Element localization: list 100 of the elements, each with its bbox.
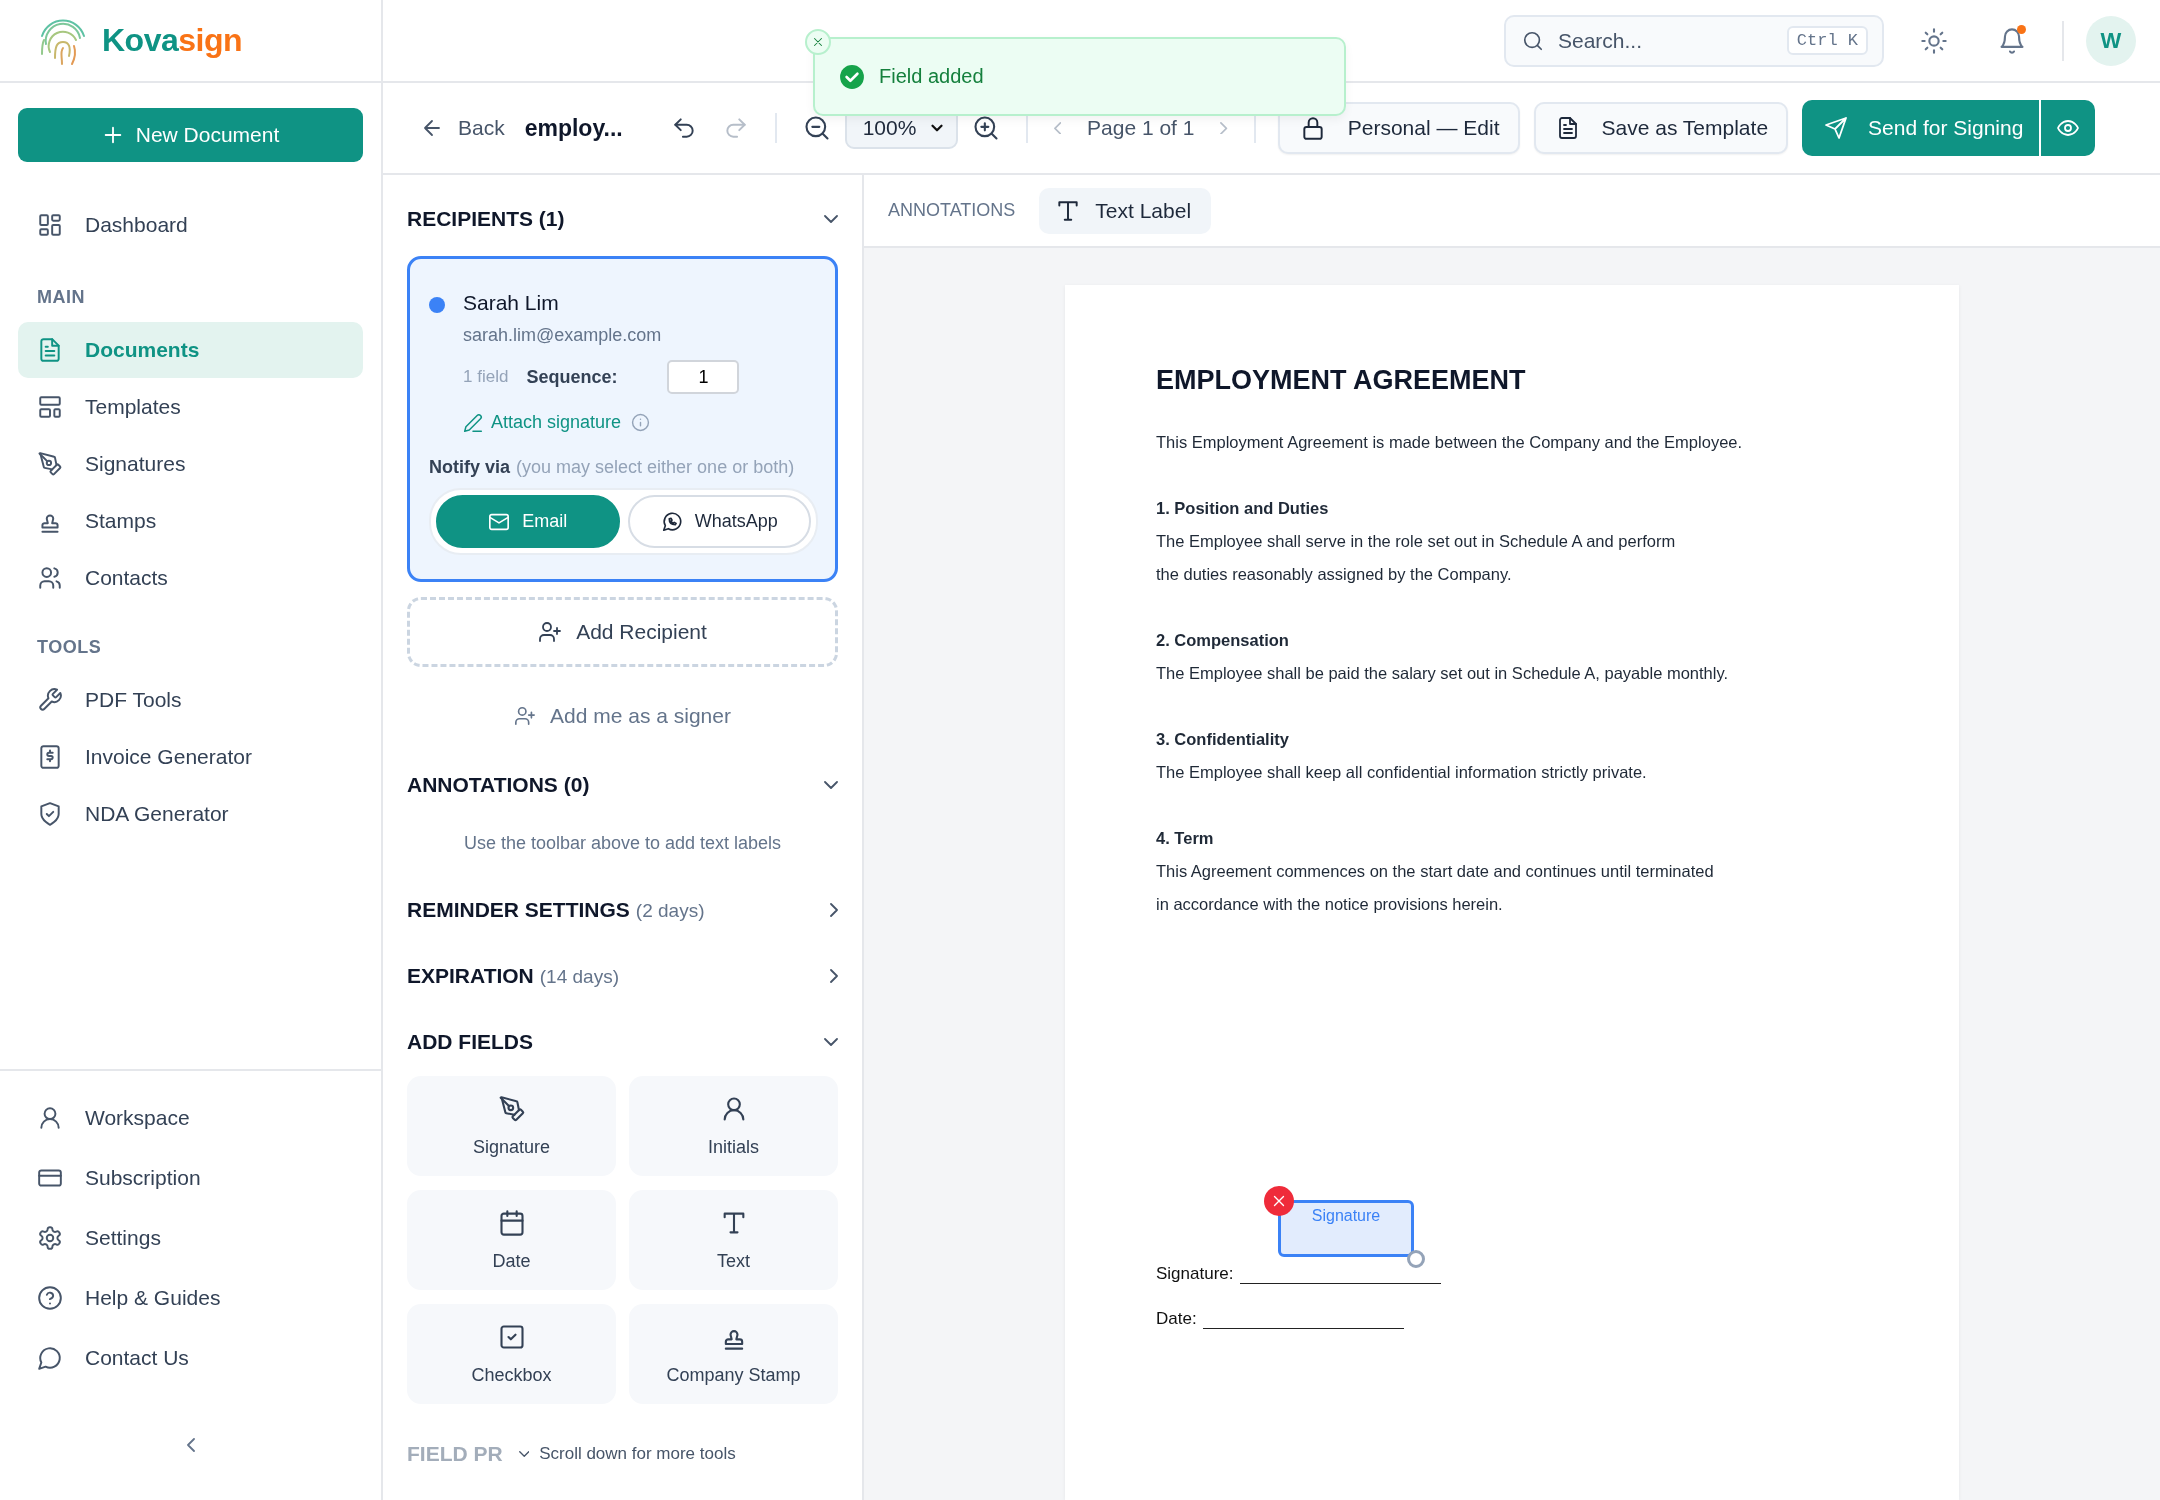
add-me-button[interactable]: Add me as a signer bbox=[508, 703, 737, 729]
mode-button[interactable]: Personal — Edit bbox=[1277, 102, 1520, 154]
nav-item[interactable]: Subscription bbox=[18, 1150, 363, 1206]
nav-item[interactable]: NDA Generator bbox=[18, 786, 363, 842]
resize-handle[interactable] bbox=[1407, 1250, 1425, 1268]
nav-item[interactable]: Templates bbox=[18, 379, 363, 435]
send-button[interactable]: Send for Signing bbox=[1802, 100, 2040, 156]
field-type-tile[interactable]: Text bbox=[629, 1190, 838, 1290]
chevron-left-icon bbox=[1053, 121, 1061, 135]
nav-item[interactable]: Workspace bbox=[18, 1090, 363, 1146]
setting-value: (14 days) bbox=[539, 966, 619, 987]
document-icon bbox=[37, 337, 63, 363]
brand-name: Kovasign bbox=[102, 22, 243, 59]
recipient-name: Sarah Lim bbox=[463, 291, 560, 315]
scroll-hint: Scroll down for more tools bbox=[518, 1444, 736, 1464]
section-heading: ADD FIELDS bbox=[407, 1030, 533, 1054]
field-type-tile[interactable]: Date bbox=[407, 1190, 616, 1290]
recipient-email: sarah.lim@example.com bbox=[463, 325, 663, 346]
search-input[interactable]: Search... bbox=[1556, 27, 1775, 54]
chevron-right-icon bbox=[830, 903, 838, 917]
field-type-tile[interactable]: Checkbox bbox=[407, 1304, 616, 1404]
recipient-card[interactable]: Sarah Lim sarah.lim@example.com 1 field Sequence: 1 Attach signature Notify via (you may select either one or both) Email WhatsApp bbox=[407, 256, 838, 582]
person-icon bbox=[37, 1105, 63, 1131]
section-heading: TOOLS bbox=[36, 637, 103, 658]
success-check-icon bbox=[839, 63, 865, 90]
chevron-left-icon bbox=[186, 1438, 195, 1452]
section-heading: EXPIRATION bbox=[407, 964, 534, 987]
sequence-field[interactable]: 1 bbox=[667, 360, 740, 394]
zoom-in-icon bbox=[971, 114, 1000, 142]
add-recipient-button[interactable]: Add Recipient bbox=[407, 597, 838, 667]
attach-signature-link[interactable]: Attach signature bbox=[463, 412, 622, 433]
paragraph: This Employment Agreement is made between the Company and the Employee. bbox=[1156, 432, 1744, 453]
channel-option[interactable]: WhatsApp bbox=[627, 495, 811, 548]
setting-value: (2 days) bbox=[635, 900, 705, 921]
close-icon bbox=[811, 35, 825, 49]
bell-icon bbox=[1998, 26, 2026, 55]
paragraph: The Employee shall be paid the salary set out in Schedule A, payable monthly. bbox=[1156, 663, 1730, 684]
empty-message: Use the toolbar above to add text labels bbox=[462, 833, 783, 854]
paragraph: The Employee shall serve in the role set out in Schedule A and perform the duties reasonably assigned by the Company. bbox=[1156, 531, 1677, 585]
nav-item[interactable]: Settings bbox=[18, 1210, 363, 1266]
zoom-out-icon bbox=[802, 114, 831, 142]
field-type-tile[interactable]: Initials bbox=[629, 1076, 838, 1176]
signature-line-label: Signature: bbox=[1156, 1264, 1234, 1284]
text-label-tool[interactable]: Text Label bbox=[1039, 187, 1212, 234]
save-template-button[interactable]: Save as Template bbox=[1533, 102, 1789, 154]
pen-nib-icon bbox=[497, 1094, 526, 1123]
new-document-button[interactable]: New Document bbox=[18, 108, 363, 162]
help-icon bbox=[37, 1285, 63, 1311]
chat-bubble-icon bbox=[37, 1345, 63, 1371]
nav-item[interactable]: Invoice Generator bbox=[18, 729, 363, 785]
send-icon bbox=[1824, 116, 1849, 140]
field-type-tile[interactable]: Company Stamp bbox=[629, 1304, 838, 1404]
dashboard-grid-icon bbox=[37, 212, 63, 238]
wrench-icon bbox=[37, 687, 63, 713]
toast-message: Field added bbox=[879, 65, 984, 88]
section-heading: MAIN bbox=[36, 287, 86, 308]
paragraph: The Employee shall keep all confidential information strictly private. bbox=[1156, 762, 1648, 783]
preview-button[interactable] bbox=[2041, 100, 2096, 156]
chevron-down-icon bbox=[824, 1038, 838, 1046]
chevron-right-icon bbox=[1220, 121, 1228, 135]
section-heading: REMINDER SETTINGS bbox=[407, 898, 630, 921]
toolbar-label: ANNOTATIONS bbox=[888, 200, 1016, 221]
clause-heading: 2. Compensation bbox=[1156, 630, 1290, 651]
clause-heading: 3. Confidentiality bbox=[1156, 729, 1290, 750]
chevron-down-icon bbox=[824, 215, 838, 223]
sequence-label: Sequence: bbox=[526, 366, 618, 388]
section-heading: ANNOTATIONS (0) bbox=[407, 773, 590, 797]
signature-line-label: Date: bbox=[1156, 1309, 1197, 1329]
section-heading: RECIPIENTS (1) bbox=[407, 207, 565, 231]
close-toast-button[interactable] bbox=[805, 29, 831, 55]
pen-nib-icon bbox=[37, 451, 63, 477]
notify-hint: (you may select either one or both) bbox=[516, 457, 795, 478]
field-type-tile[interactable]: Signature bbox=[407, 1076, 616, 1176]
clause-heading: 4. Term bbox=[1156, 828, 1215, 849]
notify-label: Notify via bbox=[429, 457, 511, 478]
nav-item[interactable]: Contact Us bbox=[18, 1330, 363, 1386]
page-indicator: Page 1 of 1 bbox=[1087, 116, 1195, 140]
calendar-icon bbox=[497, 1208, 526, 1237]
document-title: employ... bbox=[524, 114, 623, 142]
chevron-down-icon bbox=[824, 781, 838, 789]
sun-icon bbox=[1920, 26, 1948, 55]
remove-field-button[interactable] bbox=[1264, 1186, 1294, 1216]
paragraph: This Agreement commences on the start date and continues until terminated in accordance with the notice provisions herein. bbox=[1156, 861, 1715, 915]
nav-item[interactable]: Help & Guides bbox=[18, 1270, 363, 1326]
nav-item[interactable]: Stamps bbox=[18, 493, 363, 549]
channel-option[interactable]: Email bbox=[436, 495, 620, 548]
nav-item[interactable]: Dashboard bbox=[18, 197, 363, 253]
back-button[interactable]: Back bbox=[420, 116, 505, 140]
nav-item[interactable]: Contacts bbox=[18, 550, 363, 606]
nav-item[interactable]: Signatures bbox=[18, 436, 363, 492]
shield-check-icon bbox=[37, 801, 63, 827]
dollar-document-icon bbox=[37, 744, 63, 770]
info-icon bbox=[631, 413, 651, 432]
layout-icon bbox=[37, 394, 63, 420]
settings-row[interactable]: REMINDER SETTINGS (2 days) bbox=[407, 890, 838, 930]
settings-row[interactable]: EXPIRATION (14 days) bbox=[407, 956, 838, 996]
chevron-down-icon bbox=[518, 1451, 530, 1457]
clause-heading: 1. Position and Duties bbox=[1156, 498, 1330, 519]
nav-item[interactable]: PDF Tools bbox=[18, 672, 363, 728]
search-field[interactable]: Search... Ctrl K bbox=[1504, 14, 1884, 67]
